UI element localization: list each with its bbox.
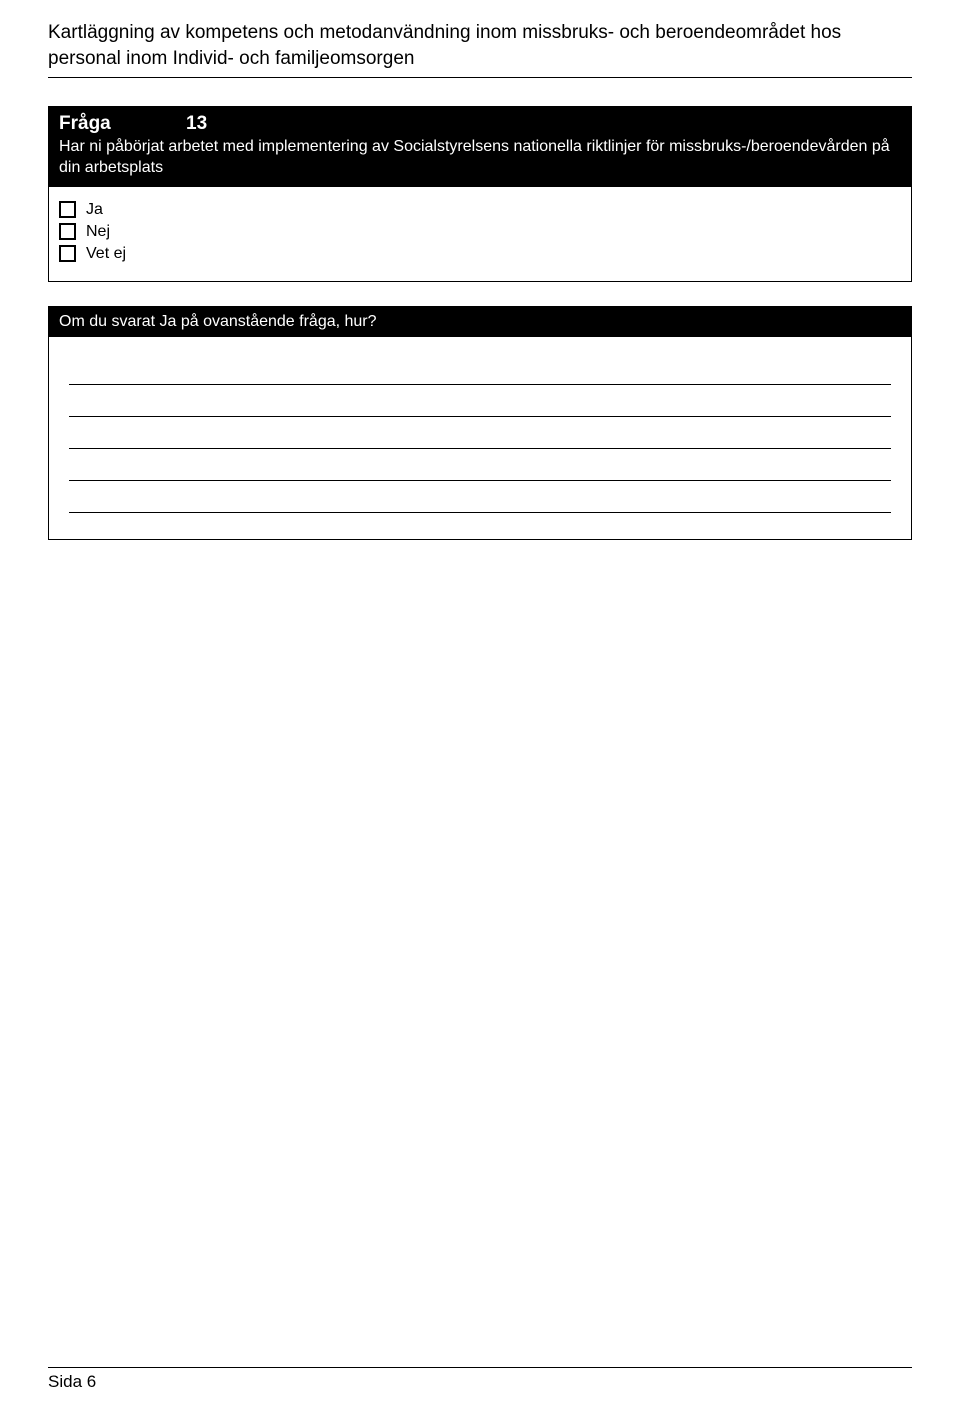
- write-line: [69, 419, 891, 449]
- question-word: Fråga: [59, 113, 111, 135]
- option-ja-row: Ja: [59, 201, 901, 219]
- option-vetej-label: Vet ej: [86, 245, 126, 263]
- question-number: 13: [186, 113, 207, 135]
- checkbox-nej[interactable]: [59, 223, 76, 240]
- page-title: Kartläggning av kompetens och metodanvän…: [48, 20, 912, 71]
- write-area[interactable]: [49, 337, 911, 539]
- write-line: [69, 483, 891, 513]
- write-line: [69, 387, 891, 417]
- options-list: Ja Nej Vet ej: [49, 187, 911, 281]
- checkbox-ja[interactable]: [59, 201, 76, 218]
- followup-header: Om du svarat Ja på ovanstående fråga, hu…: [49, 307, 911, 337]
- option-nej-row: Nej: [59, 223, 901, 241]
- option-ja-label: Ja: [86, 201, 103, 219]
- footer-divider: [48, 1367, 912, 1368]
- title-line-1: Kartläggning av kompetens och metodanvän…: [48, 22, 841, 43]
- followup-box: Om du svarat Ja på ovanstående fråga, hu…: [48, 306, 912, 540]
- question-header: Fråga 13 Har ni påbörjat arbetet med imp…: [49, 107, 911, 187]
- page-footer: Sida 6: [48, 1367, 912, 1392]
- checkbox-vetej[interactable]: [59, 245, 76, 262]
- option-vetej-row: Vet ej: [59, 245, 901, 263]
- question-13-box: Fråga 13 Har ni påbörjat arbetet med imp…: [48, 106, 912, 282]
- question-text: Har ni påbörjat arbetet med implementeri…: [59, 137, 901, 179]
- title-line-2: personal inom Individ- och familjeomsorg…: [48, 48, 414, 69]
- option-nej-label: Nej: [86, 223, 110, 241]
- write-line: [69, 451, 891, 481]
- page-number: Sida 6: [48, 1372, 912, 1392]
- write-line: [69, 355, 891, 385]
- header-divider: [48, 77, 912, 78]
- question-label-row: Fråga 13: [59, 113, 901, 135]
